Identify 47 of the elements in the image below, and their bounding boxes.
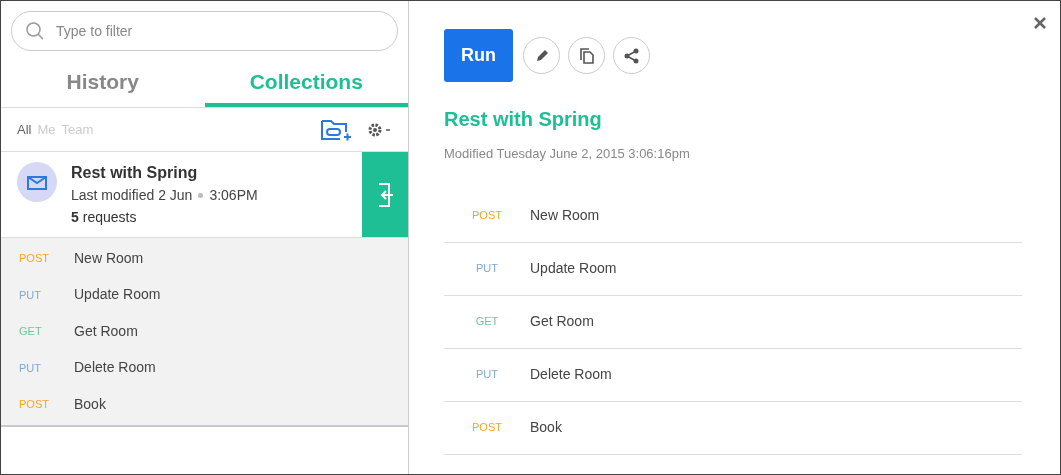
request-name: Get Room [74, 321, 138, 341]
collection-card[interactable]: Rest with Spring Last modified 2 Jun 3:06PM 5 requests [1, 152, 408, 238]
method-label: POST [471, 208, 503, 224]
request-name: Book [530, 418, 562, 437]
modified-date: Modified Tuesday June 2, 2015 3:06:16pm [444, 145, 691, 163]
request-name: Get Room [530, 312, 594, 331]
method-label: POST [19, 251, 50, 266]
request-name: Update Room [74, 285, 161, 305]
search-field[interactable]: Type to filter [11, 11, 398, 51]
request-item[interactable]: PUT Update Room [444, 242, 1022, 296]
request-count: 5 [71, 208, 79, 227]
tab[interactable]: History [1, 61, 205, 107]
method-label: POST [19, 397, 50, 412]
method-label: PUT [475, 261, 499, 277]
modified-time: 3:06PM [209, 186, 258, 205]
collection-name: Rest with Spring [71, 163, 199, 183]
method-label: PUT [19, 287, 42, 303]
search-icon [25, 21, 45, 41]
request-item[interactable]: PUT Delete Room [1, 349, 408, 386]
request-name: Delete Room [530, 365, 612, 384]
method-label: PUT [19, 360, 42, 376]
method-label: GET [474, 314, 500, 330]
filter-option[interactable]: All [17, 119, 32, 140]
close-icon [1033, 16, 1047, 30]
copy-icon [579, 47, 594, 64]
request-item[interactable]: GET Get Room [444, 295, 1022, 349]
request-name: Book [74, 394, 106, 414]
modified-date: Last modified 2 Jun [71, 186, 193, 205]
collection-title: Rest with Spring [444, 107, 603, 132]
request-count-label: requests [82, 208, 137, 227]
request-item[interactable]: PUT Update Room [1, 276, 408, 313]
method-label: GET [19, 324, 43, 339]
request-item[interactable]: POST New Room [1, 240, 408, 277]
share-icon [623, 47, 640, 64]
request-name: New Room [530, 206, 600, 225]
request-name: New Room [74, 248, 144, 268]
request-name: Update Room [530, 259, 617, 278]
method-label: POST [471, 420, 503, 436]
request-item[interactable]: PUT Delete Room [444, 348, 1022, 402]
request-name: Delete Room [74, 358, 156, 378]
request-item[interactable]: POST New Room [444, 189, 1022, 243]
request-item[interactable]: POST Book [1, 386, 408, 423]
run-button[interactable]: Run [444, 29, 513, 82]
method-label: PUT [475, 367, 499, 383]
request-item[interactable]: POST Book [444, 401, 1022, 455]
request-item[interactable]: GET Get Room [1, 313, 408, 350]
pencil-icon [534, 48, 549, 63]
